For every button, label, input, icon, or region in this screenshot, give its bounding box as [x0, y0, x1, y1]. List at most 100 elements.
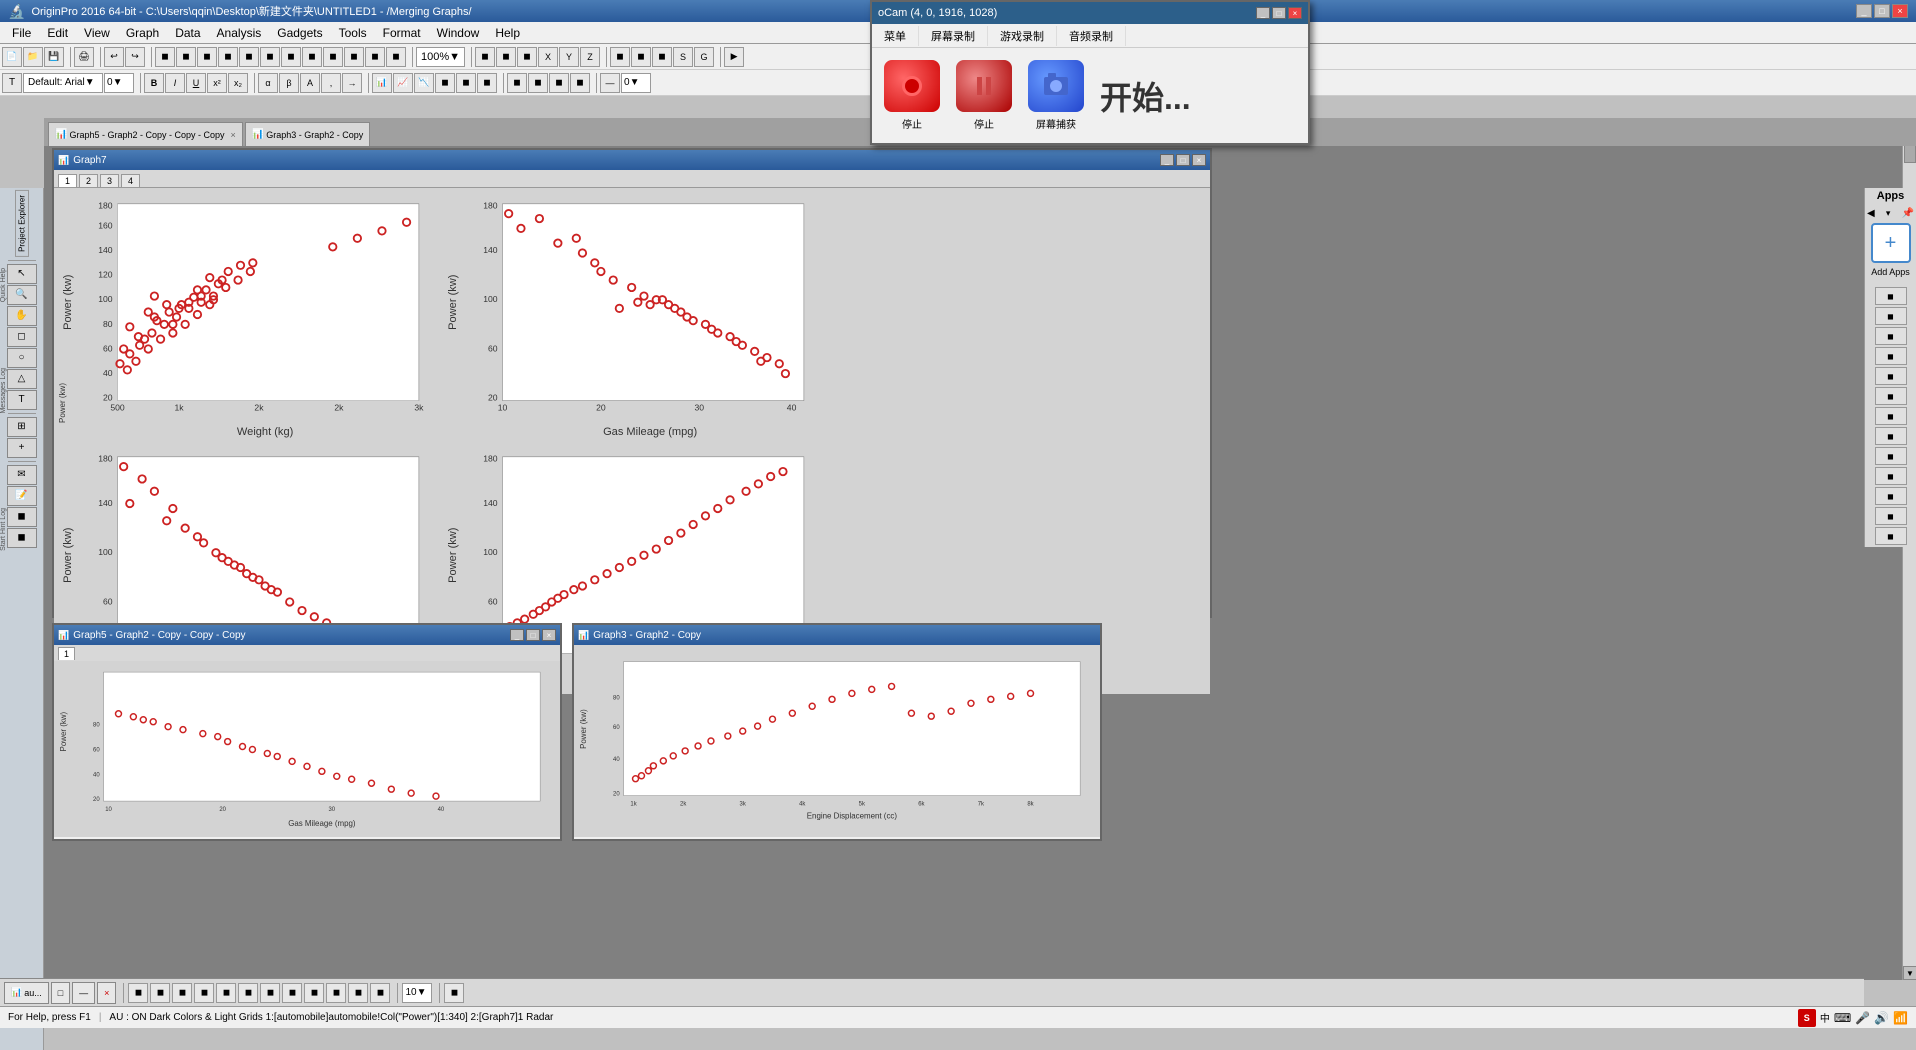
tb2-bold[interactable]: B: [144, 73, 164, 93]
bstrip-btn3[interactable]: ◼: [172, 983, 192, 1003]
rv-btn7[interactable]: ◼: [1875, 407, 1907, 425]
lt-draw2[interactable]: ○: [7, 348, 37, 368]
tb-btn4[interactable]: ◼: [176, 47, 196, 67]
bottom-item-minimize[interactable]: —: [72, 982, 95, 1004]
rv-btn11[interactable]: ◼: [1875, 487, 1907, 505]
tb-btn20[interactable]: ◼: [610, 47, 630, 67]
graph7-tab3[interactable]: 3: [100, 174, 119, 187]
tb2-chart1[interactable]: 📊: [372, 73, 392, 93]
rv-btn10[interactable]: ◼: [1875, 467, 1907, 485]
tb-btn11[interactable]: ◼: [323, 47, 343, 67]
tb-undo[interactable]: ↩: [104, 47, 124, 67]
lt-text[interactable]: T: [7, 390, 37, 410]
tb2-btn8[interactable]: ◼: [507, 73, 527, 93]
tb-open[interactable]: 📁: [23, 47, 43, 67]
graph7-tab2[interactable]: 2: [79, 174, 98, 187]
font-size-input[interactable]: 0 ▼: [104, 73, 134, 93]
graph7-maximize[interactable]: □: [1176, 154, 1190, 166]
graph5-max[interactable]: □: [526, 629, 540, 641]
rv-btn3[interactable]: ◼: [1875, 327, 1907, 345]
tb-btn23[interactable]: S: [673, 47, 693, 67]
menu-file[interactable]: File: [4, 24, 39, 42]
menu-analysis[interactable]: Analysis: [209, 24, 270, 42]
menu-format[interactable]: Format: [375, 24, 429, 42]
rv-btn5[interactable]: ◼: [1875, 367, 1907, 385]
tb2-italic[interactable]: I: [165, 73, 185, 93]
ocam-pause-button[interactable]: 停止: [956, 60, 1012, 131]
bstrip-btn6[interactable]: ◼: [238, 983, 258, 1003]
lt-script[interactable]: 📝: [7, 486, 37, 506]
tb2-chart4[interactable]: ◼: [435, 73, 455, 93]
font-selector[interactable]: Default: Arial ▼: [23, 73, 103, 93]
ocam-minimize[interactable]: _: [1256, 7, 1270, 19]
tb-btn19[interactable]: Z: [580, 47, 600, 67]
scroll-down-arrow[interactable]: ▼: [1903, 966, 1916, 980]
lt-draw1[interactable]: ◻: [7, 327, 37, 347]
bottom-num-input[interactable]: 10▼: [402, 983, 432, 1003]
apps-pin[interactable]: 📌: [1902, 208, 1914, 219]
lt-log[interactable]: ◼: [7, 528, 37, 548]
graph7-close[interactable]: ×: [1192, 154, 1206, 166]
graph5-min[interactable]: _: [510, 629, 524, 641]
taskbar-volume-icon[interactable]: 🔊: [1874, 1011, 1889, 1025]
bottom-item-au[interactable]: 📊 au...: [4, 982, 49, 1004]
menu-view[interactable]: View: [76, 24, 118, 42]
ocam-menu-item-game[interactable]: 游戏录制: [988, 26, 1057, 46]
tb2-line-color[interactable]: —: [600, 73, 620, 93]
lt-scale[interactable]: ⊞: [7, 417, 37, 437]
graph5-tab1[interactable]: 1: [58, 647, 75, 660]
tb-btn21[interactable]: ◼: [631, 47, 651, 67]
menu-tools[interactable]: Tools: [331, 24, 375, 42]
zoom-input[interactable]: 100% ▼: [416, 47, 465, 67]
taskbar-keyboard-icon[interactable]: ⌨: [1834, 1011, 1851, 1025]
tb-btn8[interactable]: ◼: [260, 47, 280, 67]
bstrip-btn2[interactable]: ◼: [150, 983, 170, 1003]
lt-draw3[interactable]: △: [7, 369, 37, 389]
ocam-menu-item-menu[interactable]: 菜单: [872, 26, 919, 46]
ocam-menu-item-screen[interactable]: 屏幕录制: [919, 26, 988, 46]
menu-window[interactable]: Window: [429, 24, 488, 42]
tb-btn18[interactable]: Y: [559, 47, 579, 67]
project-explorer-tab[interactable]: Project Explorer: [15, 190, 29, 257]
bstrip-btn5[interactable]: ◼: [216, 983, 236, 1003]
menu-edit[interactable]: Edit: [39, 24, 76, 42]
ocam-close[interactable]: ×: [1288, 7, 1302, 19]
tb2-btn4[interactable]: x²: [207, 73, 227, 93]
taskbar-mic-icon[interactable]: 🎤: [1855, 1011, 1870, 1025]
graph5-close2[interactable]: ×: [542, 629, 556, 641]
bstrip-btn9[interactable]: ◼: [304, 983, 324, 1003]
tb2-chart2[interactable]: 📈: [393, 73, 413, 93]
rv-btn2[interactable]: ◼: [1875, 307, 1907, 325]
tb-redo[interactable]: ↪: [125, 47, 145, 67]
tb2-line-width[interactable]: 0▼: [621, 73, 651, 93]
bstrip-btn12[interactable]: ◼: [370, 983, 390, 1003]
tb-btn25[interactable]: ▶: [724, 47, 744, 67]
bstrip-btn11[interactable]: ◼: [348, 983, 368, 1003]
bstrip-btn8[interactable]: ◼: [282, 983, 302, 1003]
tb2-underline[interactable]: U: [186, 73, 206, 93]
bstrip-btn4[interactable]: ◼: [194, 983, 214, 1003]
tb2-btn6[interactable]: ◼: [456, 73, 476, 93]
rv-btn6[interactable]: ◼: [1875, 387, 1907, 405]
rv-btn1[interactable]: ◼: [1875, 287, 1907, 305]
rv-btn9[interactable]: ◼: [1875, 447, 1907, 465]
menu-graph[interactable]: Graph: [118, 24, 167, 42]
graph7-tab1[interactable]: 1: [58, 174, 77, 187]
tb-btn6[interactable]: ◼: [218, 47, 238, 67]
ocam-record-button[interactable]: 停止: [884, 60, 940, 131]
apps-arrow-left[interactable]: ◀: [1867, 208, 1875, 219]
graph3-tab[interactable]: 📊 Graph3 - Graph2 - Copy: [245, 122, 371, 146]
add-apps-btn[interactable]: +: [1871, 223, 1911, 263]
tb2-btn5[interactable]: x₂: [228, 73, 248, 93]
maximize-button[interactable]: □: [1874, 4, 1890, 18]
tb-save[interactable]: 💾: [44, 47, 64, 67]
tb2-A[interactable]: A: [300, 73, 320, 93]
tb2-btn9[interactable]: ◼: [528, 73, 548, 93]
graph5-tab[interactable]: 📊 Graph5 - Graph2 - Copy - Copy - Copy ×: [48, 122, 243, 146]
bstrip-btn7[interactable]: ◼: [260, 983, 280, 1003]
tb-btn7[interactable]: ◼: [239, 47, 259, 67]
tb2-chart3[interactable]: 📉: [414, 73, 434, 93]
tb2-beta[interactable]: β: [279, 73, 299, 93]
tb-btn5[interactable]: ◼: [197, 47, 217, 67]
lt-messages[interactable]: ✉: [7, 465, 37, 485]
